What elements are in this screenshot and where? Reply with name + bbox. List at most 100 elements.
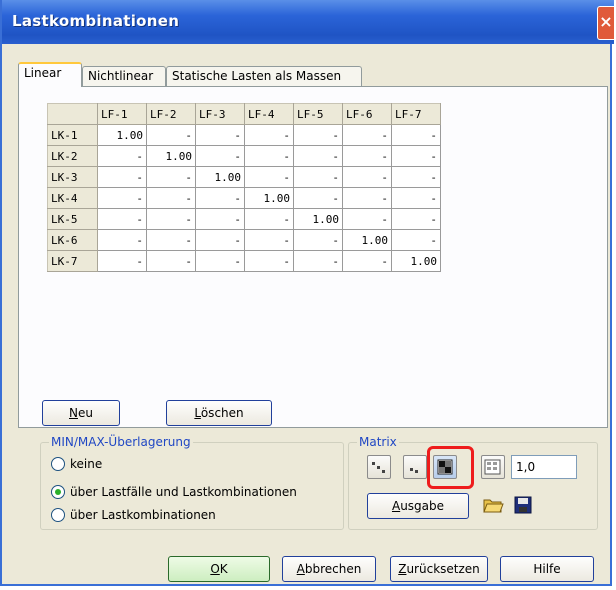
radio-label: über Lastkombinationen bbox=[70, 508, 216, 522]
matrix-cell[interactable]: 1.00 bbox=[146, 145, 196, 167]
matrix-cell[interactable]: - bbox=[146, 250, 196, 272]
matrix-cell[interactable]: - bbox=[97, 145, 147, 167]
matrix-cell[interactable]: - bbox=[293, 250, 343, 272]
matrix-cell[interactable]: - bbox=[244, 145, 294, 167]
matrix-cell[interactable]: 1.00 bbox=[342, 229, 392, 251]
radio-lastkombinationen[interactable]: über Lastkombinationen bbox=[51, 506, 216, 524]
matrix-column-header: LF-5 bbox=[293, 103, 343, 125]
matrix-row-header: LK-6 bbox=[47, 229, 98, 251]
matrix-cell[interactable]: - bbox=[293, 187, 343, 209]
matrix-row-header: LK-4 bbox=[47, 187, 98, 209]
abbrechen-button[interactable]: Abbrechen bbox=[282, 556, 376, 582]
radio-keine[interactable]: keine bbox=[51, 455, 102, 473]
matrix-cell[interactable]: - bbox=[244, 124, 294, 146]
matrix-row-header: LK-2 bbox=[47, 145, 98, 167]
tab-nichtlinear[interactable]: Nichtlinear bbox=[82, 66, 166, 86]
matrix-cell[interactable]: - bbox=[342, 208, 392, 230]
matrix-cell[interactable]: - bbox=[391, 145, 441, 167]
matrix-cell[interactable]: - bbox=[244, 208, 294, 230]
matrix-cell[interactable]: - bbox=[146, 208, 196, 230]
matrix-cell[interactable]: - bbox=[146, 229, 196, 251]
matrix-column-header: LF-1 bbox=[97, 103, 147, 125]
matrix-cell[interactable]: - bbox=[97, 166, 147, 188]
radio-label: keine bbox=[70, 457, 103, 471]
matrix-cell[interactable]: - bbox=[146, 166, 196, 188]
matrix-row-header: LK-7 bbox=[47, 250, 98, 272]
tab-panel-linear: LF-1 LF-2 LF-3 LF-4 LF-5 LF-6 LF-7 LK-1 1.00- - -… bbox=[18, 86, 608, 428]
matrix-cell[interactable]: - bbox=[391, 166, 441, 188]
ok-button[interactable]: OK bbox=[168, 556, 270, 582]
neu-button[interactable]: Neu bbox=[42, 400, 120, 426]
matrix-cell[interactable]: - bbox=[342, 145, 392, 167]
matrix-cell[interactable]: 1.00 bbox=[244, 187, 294, 209]
matrix-cell[interactable]: - bbox=[244, 166, 294, 188]
matrix-header-row: LF-1 LF-2 LF-3 LF-4 LF-5 LF-6 LF-7 bbox=[47, 103, 441, 125]
minmax-legend: MIN/MAX-Überlagerung bbox=[49, 434, 193, 450]
matrix-row: LK-7- - - - - -1.00 bbox=[47, 250, 441, 272]
matrix-cell[interactable]: - bbox=[97, 208, 147, 230]
upper-triangle-icon[interactable] bbox=[403, 455, 427, 479]
matrix-cell[interactable]: - bbox=[293, 124, 343, 146]
close-button[interactable]: × bbox=[597, 6, 614, 40]
matrix-cell[interactable]: - bbox=[195, 145, 245, 167]
radio-button[interactable] bbox=[51, 457, 65, 471]
matrix-row: LK-3- -1.00- - - - bbox=[47, 166, 441, 188]
dialog-content: Linear Nichtlinear Statische Lasten als … bbox=[2, 44, 610, 584]
matrix-row: LK-5- - - -1.00- - bbox=[47, 208, 441, 230]
load-combination-matrix: LF-1 LF-2 LF-3 LF-4 LF-5 LF-6 LF-7 LK-1 1.00- - -… bbox=[47, 103, 441, 272]
matrix-row-header: LK-3 bbox=[47, 166, 98, 188]
title-bar[interactable]: Lastkombinationen × bbox=[2, 0, 614, 44]
matrix-cell[interactable]: - bbox=[244, 250, 294, 272]
matrix-cell[interactable]: - bbox=[195, 187, 245, 209]
matrix-cell[interactable]: - bbox=[391, 187, 441, 209]
open-folder-icon[interactable] bbox=[481, 493, 505, 517]
matrix-cell[interactable]: 1.00 bbox=[391, 250, 441, 272]
matrix-cell[interactable]: 1.00 bbox=[97, 124, 147, 146]
matrix-cell[interactable]: - bbox=[146, 124, 196, 146]
matrix-cell[interactable]: - bbox=[391, 229, 441, 251]
matrix-cell[interactable]: - bbox=[342, 124, 392, 146]
matrix-row-header: LK-5 bbox=[47, 208, 98, 230]
matrix-cell[interactable]: - bbox=[244, 229, 294, 251]
matrix-cell[interactable]: - bbox=[391, 208, 441, 230]
radio-button[interactable] bbox=[51, 508, 65, 522]
ausgabe-button[interactable]: Ausgabe bbox=[367, 493, 469, 519]
matrix-cell[interactable]: - bbox=[293, 229, 343, 251]
matrix-cell[interactable]: 1.00 bbox=[293, 208, 343, 230]
radio-lastfaelle-und-lastkombinationen[interactable]: über Lastfälle und Lastkombinationen bbox=[51, 483, 297, 501]
hilfe-button[interactable]: Hilfe bbox=[500, 556, 594, 582]
radio-button[interactable] bbox=[51, 485, 65, 499]
matrix-cell[interactable]: - bbox=[342, 187, 392, 209]
matrix-row: LK-1 1.00- - - - - - bbox=[47, 124, 441, 146]
matrix-column-header: LF-6 bbox=[342, 103, 392, 125]
matrix-cell[interactable]: - bbox=[391, 124, 441, 146]
tab-linear[interactable]: Linear bbox=[18, 62, 82, 87]
factor-input[interactable]: 1,0 bbox=[511, 455, 577, 479]
matrix-cell[interactable]: - bbox=[195, 208, 245, 230]
matrix-cell[interactable]: - bbox=[342, 166, 392, 188]
dialog-window: Lastkombinationen × Linear Nichtlinear S… bbox=[0, 0, 614, 586]
matrix-cell[interactable]: - bbox=[146, 187, 196, 209]
lower-triangle-icon[interactable] bbox=[367, 455, 391, 479]
loeschen-button[interactable]: Löschen bbox=[166, 400, 272, 426]
matrix-cell[interactable]: - bbox=[195, 229, 245, 251]
matrix-row: LK-4- - -1.00- - - bbox=[47, 187, 441, 209]
matrix-cell[interactable]: - bbox=[342, 250, 392, 272]
zuruecksetzen-button[interactable]: Zurücksetzen bbox=[390, 556, 488, 582]
tab-statische-lasten[interactable]: Statische Lasten als Massen bbox=[166, 66, 362, 86]
matrix-cell[interactable]: - bbox=[97, 187, 147, 209]
matrix-cell[interactable]: - bbox=[97, 229, 147, 251]
minmax-group: MIN/MAX-Überlagerung keine über Lastfäll… bbox=[40, 434, 344, 530]
matrix-cell[interactable]: - bbox=[97, 250, 147, 272]
matrix-cell[interactable]: - bbox=[293, 166, 343, 188]
matrix-cell[interactable]: - bbox=[293, 145, 343, 167]
matrix-row: LK-6- - - - -1.00- bbox=[47, 229, 441, 251]
fill-matrix-icon[interactable] bbox=[481, 455, 505, 479]
matrix-column-header: LF-7 bbox=[391, 103, 441, 125]
save-disk-icon[interactable] bbox=[511, 493, 535, 517]
radio-label: über Lastfälle und Lastkombinationen bbox=[70, 485, 297, 499]
matrix-corner bbox=[47, 103, 98, 125]
matrix-cell[interactable]: 1.00 bbox=[195, 166, 245, 188]
matrix-cell[interactable]: - bbox=[195, 250, 245, 272]
matrix-cell[interactable]: - bbox=[195, 124, 245, 146]
